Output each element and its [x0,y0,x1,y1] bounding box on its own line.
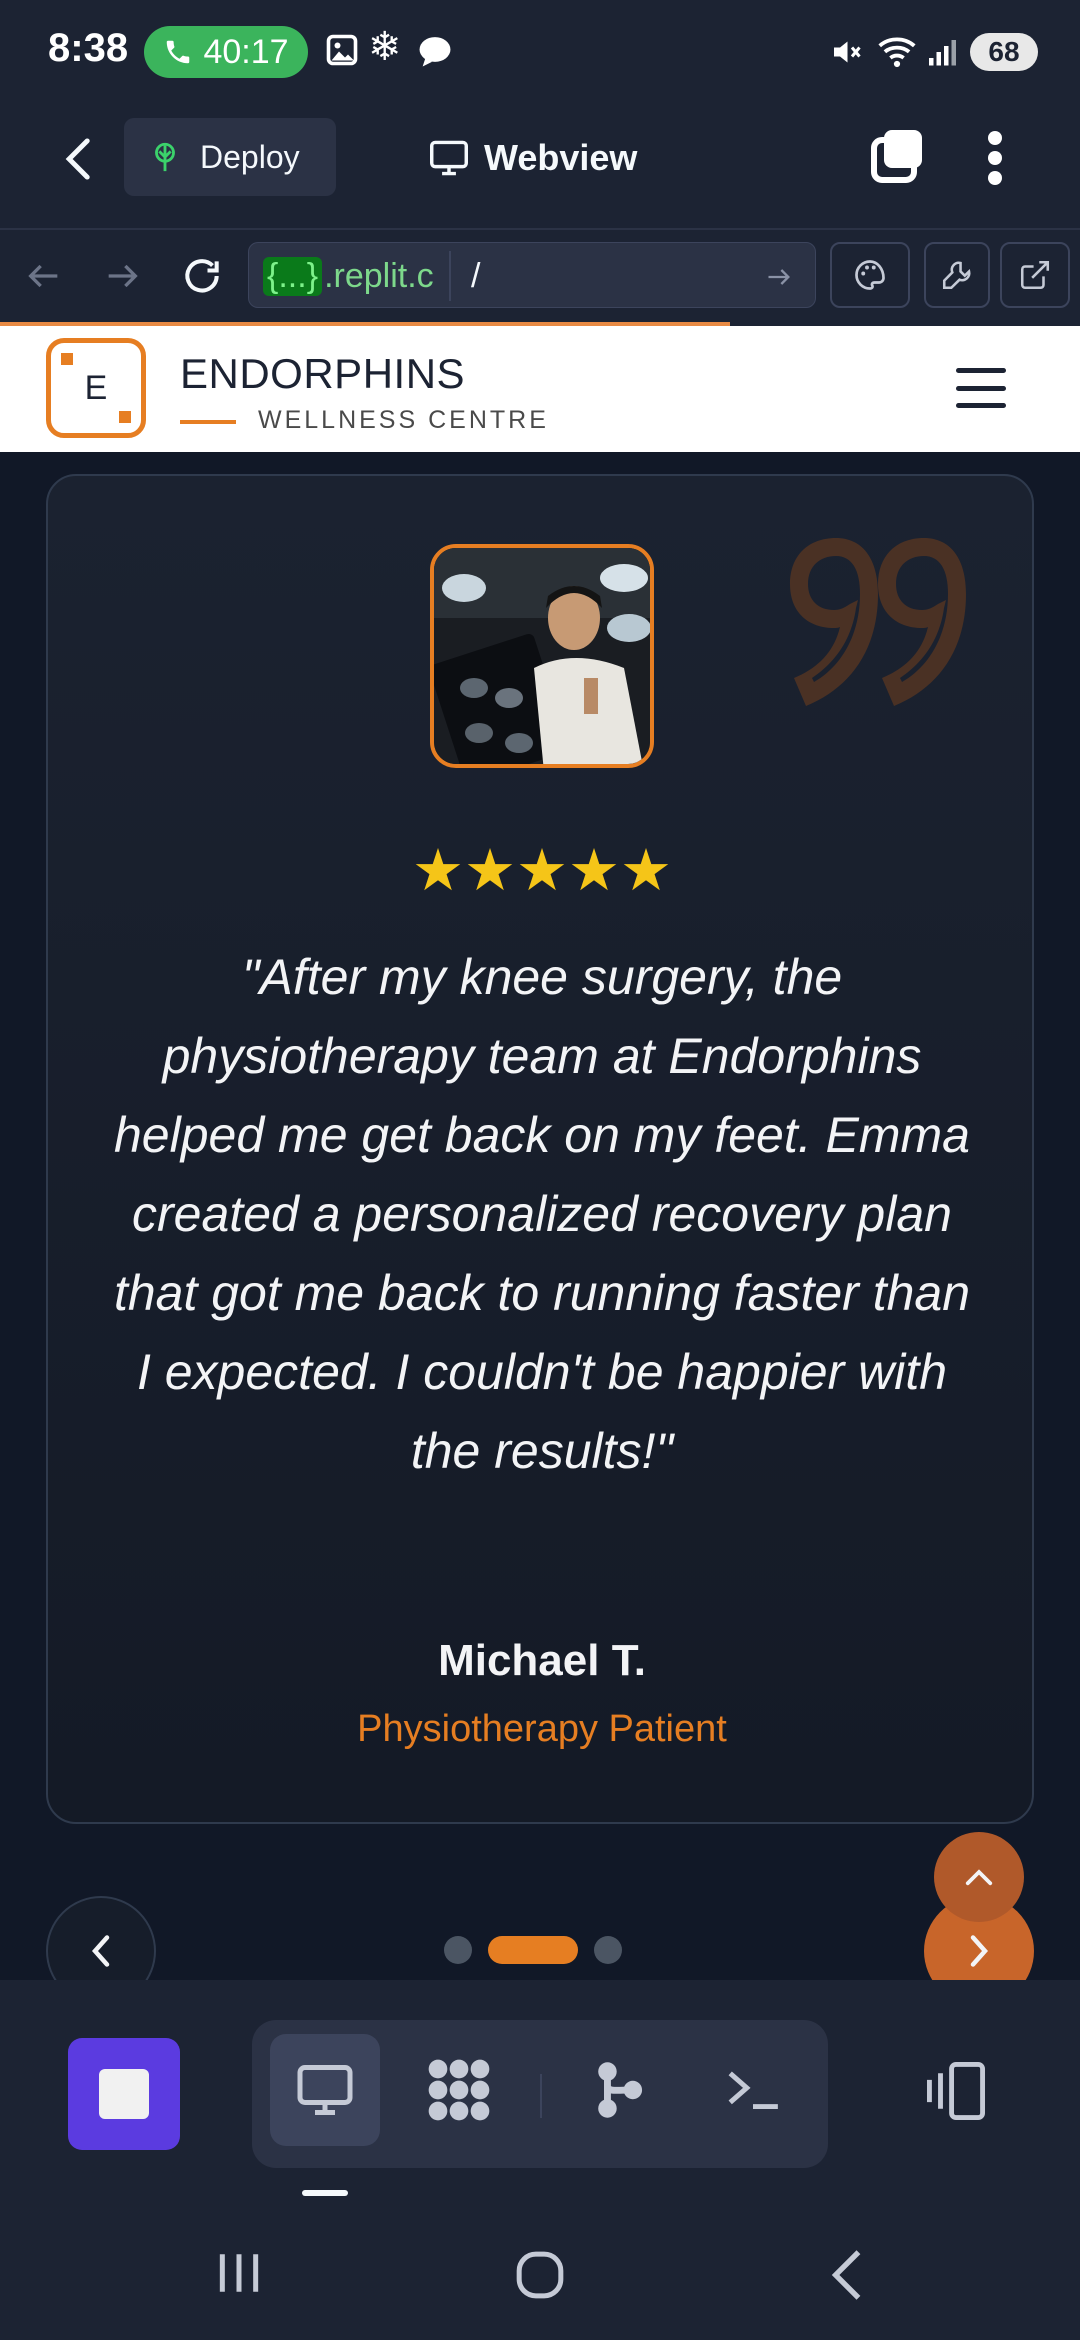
wrench-icon [942,261,971,290]
tabs-icon[interactable] [866,126,926,186]
url-path[interactable]: / [449,251,480,301]
tab-webview[interactable]: Webview [428,128,637,188]
recent-apps-icon[interactable] [214,2250,264,2296]
tab-workspace-pane[interactable] [404,2034,514,2146]
menu-button[interactable] [956,368,1006,408]
grid-blobs-icon [428,2059,490,2121]
devtools-button[interactable] [924,242,990,308]
pane-switcher [252,2020,828,2168]
carousel-dot[interactable] [444,1936,472,1964]
hamburger-line [956,385,1006,391]
testimonial-role: Physiotherapy Patient [357,1708,727,1750]
carousel-prev-button[interactable] [46,1896,156,1980]
tab-shell-pane[interactable] [698,2034,808,2146]
battery-indicator: 68 [970,33,1038,71]
url-host: {...} .replit.c [263,255,434,297]
open-external-button[interactable] [1000,242,1070,308]
monitor-icon [430,140,468,176]
home-icon[interactable] [514,2250,566,2300]
avatar-photo [434,548,650,764]
snowflake-icon: ❄ [368,25,402,69]
brand-name: ENDORPHINS [180,350,466,397]
tab-webview-pane[interactable] [270,2034,380,2146]
browser-toolbar: {...} .replit.c / [0,232,1080,324]
site-header: E ENDORPHINS WELLNESS CENTRE [0,326,1080,452]
url-host-prefix: {...} [263,256,323,296]
tab-git-pane[interactable] [564,2034,674,2146]
layout-toggle-icon[interactable] [922,2060,990,2122]
call-timer: 40:17 [203,32,289,71]
reload-icon[interactable] [180,254,224,298]
signal-icon [929,40,956,66]
webview-label: Webview [484,137,638,178]
url-field[interactable]: {...} .replit.c / [248,242,816,308]
replit-bottom-toolbar [0,1980,1080,2210]
status-time: 8:38 [48,26,129,70]
deploy-label: Deploy [200,138,300,175]
chevron-left-icon[interactable] [62,136,96,182]
scroll-to-top-button[interactable] [934,1832,1024,1922]
hamburger-line [956,368,1006,373]
chevron-left-icon [91,1935,110,1967]
testimonials-section: ★★★★★ "After my knee surgery, the physio… [0,452,1080,1980]
avatar [430,544,654,768]
stop-icon [99,2069,149,2119]
arrow-left-icon[interactable] [24,256,64,296]
pane-divider [540,2074,542,2118]
stop-button[interactable] [68,2038,180,2150]
theme-button[interactable] [830,242,910,308]
testimonial-author: Michael T. [438,1636,646,1685]
system-navigation-bar [0,2210,1080,2340]
testimonial-card: ★★★★★ "After my knee surgery, the physio… [46,474,1034,1824]
carousel-dot[interactable] [594,1936,622,1964]
carousel-dots [444,1936,622,1964]
brand-accent-line [180,420,236,424]
deploy-button[interactable]: Deploy [124,118,336,196]
arrow-right-icon[interactable] [102,256,142,296]
brand-subtitle: WELLNESS CENTRE [258,406,549,434]
testimonial-quote: "After my knee surgery, the physiotherap… [113,949,971,1479]
status-bar: 8:38 40:17 ❄ 68 [0,0,1080,100]
palette-icon [855,260,885,290]
git-branch-icon [598,2062,643,2118]
site-logo[interactable]: E [46,338,146,438]
logo-dot [119,411,131,423]
go-arrow-icon[interactable] [765,263,793,291]
star-rating: ★★★★★ [412,838,672,903]
external-link-icon [1020,260,1050,290]
carousel-dot-active[interactable] [488,1936,578,1964]
back-icon[interactable] [826,2248,866,2302]
phone-icon [167,40,190,64]
kebab-icon[interactable] [980,128,1010,188]
deploy-icon [155,142,175,172]
wifi-icon [878,37,916,68]
chat-bubble-icon [419,37,451,67]
monitor-icon [297,2065,353,2115]
chevron-right-icon [970,1935,989,1967]
mute-icon [834,41,861,63]
logo-dot [61,353,73,365]
hamburger-line [956,403,1006,408]
gallery-icon [326,34,358,66]
terminal-icon [728,2071,778,2110]
quote-icon [790,538,966,706]
active-pane-indicator [302,2190,348,2196]
call-indicator[interactable]: 40:17 [144,26,308,78]
replit-topbar: Deploy Webview [0,100,1080,230]
chevron-up-icon [965,1869,993,1886]
url-host-domain: .replit.c [324,256,434,295]
logo-letter: E [84,368,108,407]
